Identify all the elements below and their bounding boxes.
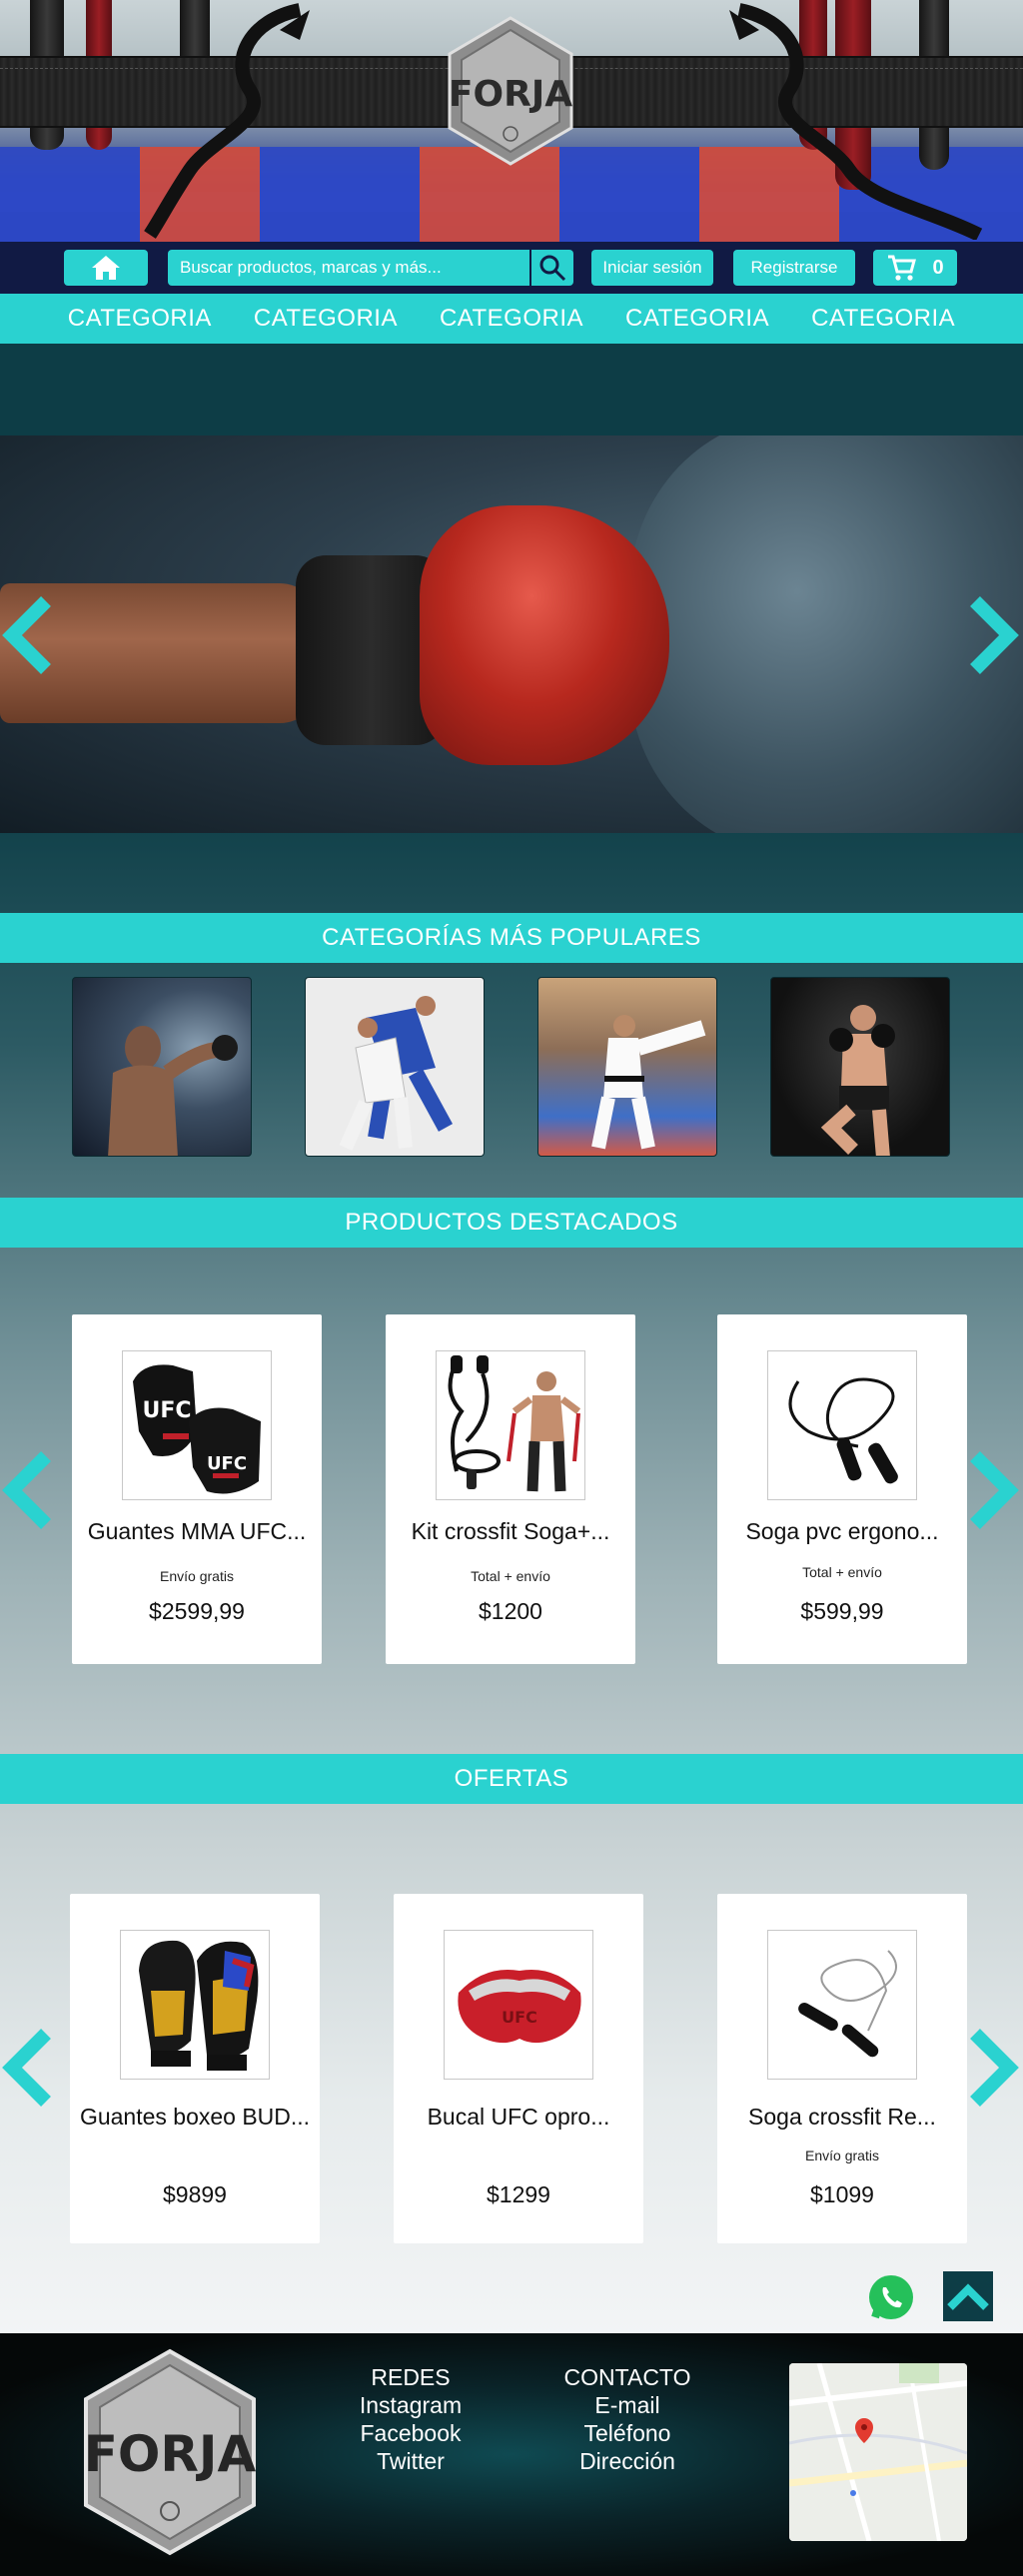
offers-next-chevron-right-icon[interactable] (965, 2028, 1021, 2108)
cart-icon (888, 255, 917, 281)
product-tag: Total + envío (471, 1568, 550, 1584)
svg-text:UFC: UFC (502, 2008, 537, 2027)
home-icon (92, 256, 120, 280)
cart-count: 0 (932, 256, 944, 279)
product-card[interactable]: Soga pvc ergono... Total + envío $599,99 (717, 1314, 967, 1664)
product-image (767, 1350, 917, 1500)
product-price: $1200 (479, 1598, 542, 1624)
section-title-popular: CATEGORÍAS MÁS POPULARES (0, 913, 1023, 963)
svg-text:FORJA: FORJA (449, 74, 572, 115)
product-image: UFC UFC (122, 1350, 272, 1500)
category-link[interactable]: CATEGORIA (47, 294, 233, 344)
dragon-left-icon (144, 3, 310, 239)
top-navbar: Iniciar sesión Registrarse 0 (0, 242, 1023, 294)
product-image (436, 1350, 585, 1500)
product-name: Soga pvc ergono... (745, 1518, 939, 1544)
hero-carousel (0, 435, 1023, 833)
section-title-featured: PRODUCTOS DESTACADOS (0, 1198, 1023, 1248)
product-name: Guantes MMA UFC... (87, 1518, 307, 1544)
search-box (168, 250, 573, 286)
footer-link-email[interactable]: E-mail (553, 2391, 701, 2419)
featured-next-chevron-right-icon[interactable] (965, 1450, 1021, 1530)
footer-social-title: REDES (371, 2364, 451, 2390)
product-card[interactable]: Kit crossfit Soga+... Total + envío $120… (386, 1314, 635, 1664)
map-image (789, 2363, 967, 2541)
footer-link-twitter[interactable]: Twitter (340, 2447, 482, 2475)
search-input[interactable] (168, 250, 527, 286)
crossfit-kit-image (448, 1355, 581, 1492)
product-price: $2599,99 (149, 1598, 245, 1624)
whatsapp-icon[interactable] (865, 2271, 917, 2323)
speed-rope-image (798, 1950, 897, 2058)
product-tag: Envío gratis (160, 1568, 234, 1584)
taekwondo-image (591, 1015, 706, 1150)
mouthguard-image: UFC (458, 1969, 581, 2044)
product-image: UFC (444, 1930, 593, 2080)
product-name: Guantes boxeo BUD... (79, 2104, 311, 2130)
location-map[interactable] (789, 2363, 967, 2541)
product-card[interactable]: Guantes boxeo BUD... $9899 (70, 1894, 320, 2243)
featured-prev-chevron-left-icon[interactable] (0, 1450, 56, 1530)
home-button[interactable] (64, 250, 148, 286)
popular-category-tile[interactable] (537, 977, 717, 1157)
register-button[interactable]: Registrarse (733, 250, 855, 286)
search-button[interactable] (529, 250, 573, 286)
category-link[interactable]: CATEGORIA (233, 294, 419, 344)
product-name: Soga crossfit Re... (748, 2104, 936, 2130)
carousel-next-chevron-right-icon[interactable] (965, 595, 1021, 675)
section-title-offers: OFERTAS (0, 1754, 1023, 1804)
footer-brand-logo[interactable]: FORJA (80, 2347, 260, 2557)
product-name: Bucal UFC opro... (427, 2104, 610, 2130)
product-image (767, 1930, 917, 2080)
footer-link-phone[interactable]: Teléfono (553, 2419, 701, 2447)
popular-category-tile[interactable] (770, 977, 950, 1157)
pvc-jump-rope-image (788, 1377, 898, 1484)
judo-image (339, 996, 454, 1151)
muay-thai-image (820, 1005, 895, 1156)
category-link[interactable]: CATEGORIA (790, 294, 976, 344)
product-image (120, 1930, 270, 2080)
offers-prev-chevron-left-icon[interactable] (0, 2028, 56, 2108)
product-price: $1299 (487, 2181, 550, 2207)
product-card[interactable]: UFC UFC Guantes MMA UFC... Envío gratis … (72, 1314, 322, 1664)
svg-text:UFC: UFC (207, 1453, 247, 1474)
category-menu: CATEGORIA CATEGORIA CATEGORIA CATEGORIA … (0, 294, 1023, 344)
boxing-gloves-image (139, 1940, 259, 2071)
hero-banner: FORJA (0, 0, 1023, 242)
carousel-image-glove (420, 505, 669, 765)
footer-contact-title: CONTACTO (563, 2364, 691, 2390)
footer-social-column: REDES Instagram Facebook Twitter (340, 2363, 482, 2475)
svg-text:UFC: UFC (142, 1398, 191, 1423)
mma-gloves-image: UFC UFC (133, 1364, 261, 1494)
footer-contact-column: CONTACTO E-mail Teléfono Dirección (553, 2363, 701, 2475)
popular-category-tile[interactable] (72, 977, 252, 1157)
product-tag: Total + envío (802, 1564, 882, 1580)
footer-link-instagram[interactable]: Instagram (340, 2391, 482, 2419)
product-price: $1099 (810, 2181, 874, 2207)
footer-link-facebook[interactable]: Facebook (340, 2419, 482, 2447)
popular-category-tile[interactable] (305, 977, 485, 1157)
svg-text:FORJA: FORJA (84, 2425, 257, 2483)
dragon-right-icon (729, 3, 983, 240)
product-price: $599,99 (800, 1598, 884, 1624)
search-icon (539, 255, 566, 282)
carousel-image-bag (629, 435, 1023, 833)
product-card[interactable]: Soga crossfit Re... Envío gratis $1099 (717, 1894, 967, 2243)
product-price: $9899 (163, 2181, 227, 2207)
footer-link-address[interactable]: Dirección (553, 2447, 701, 2475)
product-tag: Envío gratis (805, 2147, 879, 2163)
product-card[interactable]: UFC Bucal UFC opro... $1299 (394, 1894, 643, 2243)
chevron-up-icon (947, 2283, 989, 2310)
category-link[interactable]: CATEGORIA (604, 294, 790, 344)
product-name: Kit crossfit Soga+... (411, 1518, 610, 1544)
footer: FORJA REDES Instagram Facebook Twitter C… (0, 2333, 1023, 2576)
login-button[interactable]: Iniciar sesión (591, 250, 713, 286)
scroll-top-button[interactable] (943, 2271, 993, 2321)
carousel-prev-chevron-left-icon[interactable] (0, 595, 56, 675)
brand-logo[interactable]: FORJA (446, 16, 575, 166)
category-link[interactable]: CATEGORIA (419, 294, 604, 344)
boxer-image (108, 1026, 238, 1156)
cart-button[interactable]: 0 (873, 250, 957, 286)
